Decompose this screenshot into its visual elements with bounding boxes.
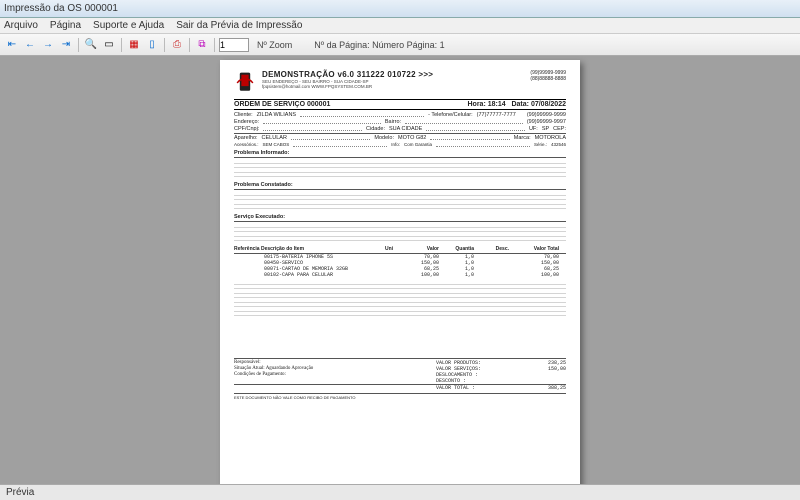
situacao-value: Aguardando Aprovação: [266, 366, 314, 371]
table-row: 00102-CAPA PARA CELULAR100,001,0100,00: [234, 272, 566, 278]
company-logo: [234, 70, 256, 96]
menu-sair[interactable]: Sair da Prévia de Impressão: [176, 20, 302, 31]
footnote: ESTE DOCUMENTO NÃO VALE COMO RECIBO DE P…: [234, 393, 566, 400]
cidade-value: SUA CIDADE: [389, 126, 422, 132]
menubar: Arquivo Página Suporte e Ajuda Sair da P…: [0, 18, 800, 34]
thumbnail-button[interactable]: ▦: [126, 37, 142, 53]
zoom-input[interactable]: [219, 38, 249, 52]
statusbar: Prévia: [0, 484, 800, 500]
window-title: Impressão da OS 000001: [4, 3, 118, 14]
document-page: DEMONSTRAÇÃO v6.0 311222 010722 >>> SEU …: [220, 60, 580, 484]
company-name: DEMONSTRAÇÃO v6.0 311222 010722 >>>: [262, 70, 524, 79]
order-datetime: Hora: 18:14 Data: 07/08/2022: [468, 101, 567, 108]
section-servico-executado: Serviço Executado:: [234, 214, 566, 222]
total-geral: 388,25: [516, 385, 566, 391]
page-setup-button[interactable]: ▭: [101, 37, 117, 53]
menu-pagina[interactable]: Página: [50, 20, 81, 31]
separator: [121, 38, 122, 52]
section-problema-constatado: Problema Constatado:: [234, 182, 566, 190]
marca-value: MOTOROLA: [535, 135, 566, 141]
items-header: Referência Descrição do ItemUniValorQuan…: [234, 246, 566, 254]
export-button[interactable]: ⧉: [194, 37, 210, 53]
separator: [214, 38, 215, 52]
fullpage-button[interactable]: ▯: [144, 37, 160, 53]
menu-suporte[interactable]: Suporte e Ajuda: [93, 20, 164, 31]
window-titlebar: Impressão da OS 000001: [0, 0, 800, 18]
modelo-value: MOTO G82: [398, 135, 426, 141]
status-text: Prévia: [6, 487, 34, 498]
search-button[interactable]: 🔍: [83, 37, 99, 53]
separator: [78, 38, 79, 52]
items-body: 00175-BATERIA IPHONE 5S70,001,070,000045…: [234, 254, 566, 278]
nav-first-button[interactable]: ⇤: [4, 37, 20, 53]
tel-value: (77)77777-7777: [477, 112, 516, 118]
nav-last-button[interactable]: ⇥: [58, 37, 74, 53]
totals-block: Responsável:VALOR PRODUTOS:238,25 Situaç…: [234, 358, 566, 391]
nav-prev-button[interactable]: ←: [22, 37, 38, 53]
zoom-label: Nº Zoom: [257, 40, 292, 50]
separator: [189, 38, 190, 52]
aparelho-value: CELULAR: [262, 135, 287, 141]
company-email: fpqsistem@hotmail.com WWW.FPQSYSTEM.COM.…: [262, 84, 524, 89]
toolbar: ⇤ ← → ⇥ 🔍 ▭ ▦ ▯ ⎙ ⧉ Nº Zoom Nº da Página…: [0, 34, 800, 56]
preview-workspace: DEMONSTRAÇÃO v6.0 311222 010722 >>> SEU …: [0, 56, 800, 484]
page-number-label: Nº da Página: Número Página: 1: [314, 40, 444, 50]
section-problema-informado: Problema Informado:: [234, 150, 566, 158]
print-button[interactable]: ⎙: [169, 37, 185, 53]
order-title: ORDEM DE SERVIÇO 000001: [234, 101, 330, 108]
separator: [164, 38, 165, 52]
company-phone2: (88)88888-8888: [530, 76, 566, 82]
nav-next-button[interactable]: →: [40, 37, 56, 53]
cliente-value: ZILDA WILIANS: [257, 112, 296, 118]
menu-arquivo[interactable]: Arquivo: [4, 20, 38, 31]
